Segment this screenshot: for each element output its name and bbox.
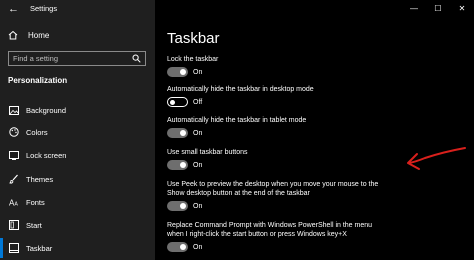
sidebar-item-label: Background bbox=[26, 105, 67, 115]
toggle-knob bbox=[180, 162, 186, 168]
sidebar-item-label: Start bbox=[26, 220, 42, 230]
sidebar-item-themes[interactable]: Themes bbox=[8, 173, 53, 185]
title-bar: ← Settings bbox=[0, 0, 155, 18]
search-icon[interactable] bbox=[132, 54, 141, 63]
sidebar-item-taskbar[interactable]: Taskbar bbox=[0, 238, 53, 258]
annotation-arrow-icon bbox=[407, 147, 466, 170]
setting-label: Automatically hide the taskbar in tablet… bbox=[167, 117, 307, 124]
search-input[interactable] bbox=[13, 52, 123, 65]
toggle-knob bbox=[170, 99, 175, 105]
setting-label: Use Peek to preview the desktop when you… bbox=[167, 181, 379, 197]
toggle-knob bbox=[180, 244, 186, 250]
sidebar-item-lock-screen[interactable]: Lock screen bbox=[8, 149, 66, 161]
home-icon bbox=[8, 30, 18, 40]
image-icon bbox=[8, 104, 20, 116]
back-arrow-icon[interactable]: ← bbox=[8, 3, 19, 15]
toggle-state: On bbox=[193, 161, 203, 169]
sidebar-item-background[interactable]: Background bbox=[8, 104, 66, 116]
toggle-switch[interactable] bbox=[167, 242, 188, 252]
toggle-state: On bbox=[193, 243, 203, 251]
section-header: Personalization bbox=[8, 76, 68, 85]
setting-powershell: Replace Command Prompt with Windows Powe… bbox=[167, 221, 467, 252]
font-icon: AA bbox=[8, 196, 20, 208]
sidebar: ← Settings Home Personalization Backgrou… bbox=[0, 0, 155, 260]
setting-peek: Use Peek to preview the desktop when you… bbox=[167, 180, 467, 211]
toggle-switch[interactable] bbox=[167, 97, 188, 107]
brush-icon bbox=[8, 173, 20, 185]
app-title: Settings bbox=[30, 4, 58, 13]
window-controls: — ☐ ✕ bbox=[402, 0, 474, 16]
sidebar-item-fonts[interactable]: AA Fonts bbox=[8, 196, 45, 208]
setting-label: Replace Command Prompt with Windows Powe… bbox=[167, 222, 373, 238]
setting-autohide-tablet: Automatically hide the taskbar in tablet… bbox=[167, 116, 467, 138]
sidebar-item-label: Taskbar bbox=[26, 243, 53, 253]
toggle-switch[interactable] bbox=[167, 201, 188, 211]
search-box[interactable] bbox=[8, 51, 146, 66]
toggle-state: Off bbox=[193, 98, 203, 106]
setting-label: Lock the taskbar bbox=[167, 56, 219, 63]
start-icon bbox=[8, 219, 20, 231]
taskbar-icon bbox=[8, 242, 20, 254]
palette-icon bbox=[8, 126, 20, 138]
toggle-knob bbox=[180, 69, 186, 75]
nav-home-label: Home bbox=[28, 30, 50, 40]
toggle-state: On bbox=[193, 68, 203, 76]
toggle-switch[interactable] bbox=[167, 67, 188, 77]
lock-screen-icon bbox=[8, 149, 20, 161]
minimize-button[interactable]: — bbox=[402, 0, 426, 16]
main-panel: — ☐ ✕ Taskbar Lock the taskbar On Automa… bbox=[155, 0, 474, 260]
toggle-state: On bbox=[193, 202, 203, 210]
maximize-button[interactable]: ☐ bbox=[426, 0, 450, 16]
toggle-switch[interactable] bbox=[167, 128, 188, 138]
nav-home[interactable]: Home bbox=[8, 30, 49, 40]
setting-autohide-desktop: Automatically hide the taskbar in deskto… bbox=[167, 85, 467, 107]
sidebar-item-label: Colors bbox=[26, 127, 48, 137]
toggle-knob bbox=[180, 203, 186, 209]
sidebar-item-label: Themes bbox=[26, 174, 54, 184]
sidebar-item-colors[interactable]: Colors bbox=[8, 126, 48, 138]
setting-label: Automatically hide the taskbar in deskto… bbox=[167, 86, 314, 93]
sidebar-item-label: Fonts bbox=[26, 197, 45, 207]
sidebar-item-start[interactable]: Start bbox=[8, 219, 42, 231]
toggle-switch[interactable] bbox=[167, 160, 188, 170]
page-title: Taskbar bbox=[167, 30, 220, 47]
toggle-state: On bbox=[193, 129, 203, 137]
setting-lock-taskbar: Lock the taskbar On bbox=[167, 55, 467, 77]
sidebar-item-label: Lock screen bbox=[26, 150, 67, 160]
close-button[interactable]: ✕ bbox=[450, 0, 474, 16]
svg-text:A: A bbox=[15, 202, 19, 208]
settings-window: ← Settings Home Personalization Backgrou… bbox=[0, 0, 474, 260]
toggle-knob bbox=[180, 130, 186, 136]
